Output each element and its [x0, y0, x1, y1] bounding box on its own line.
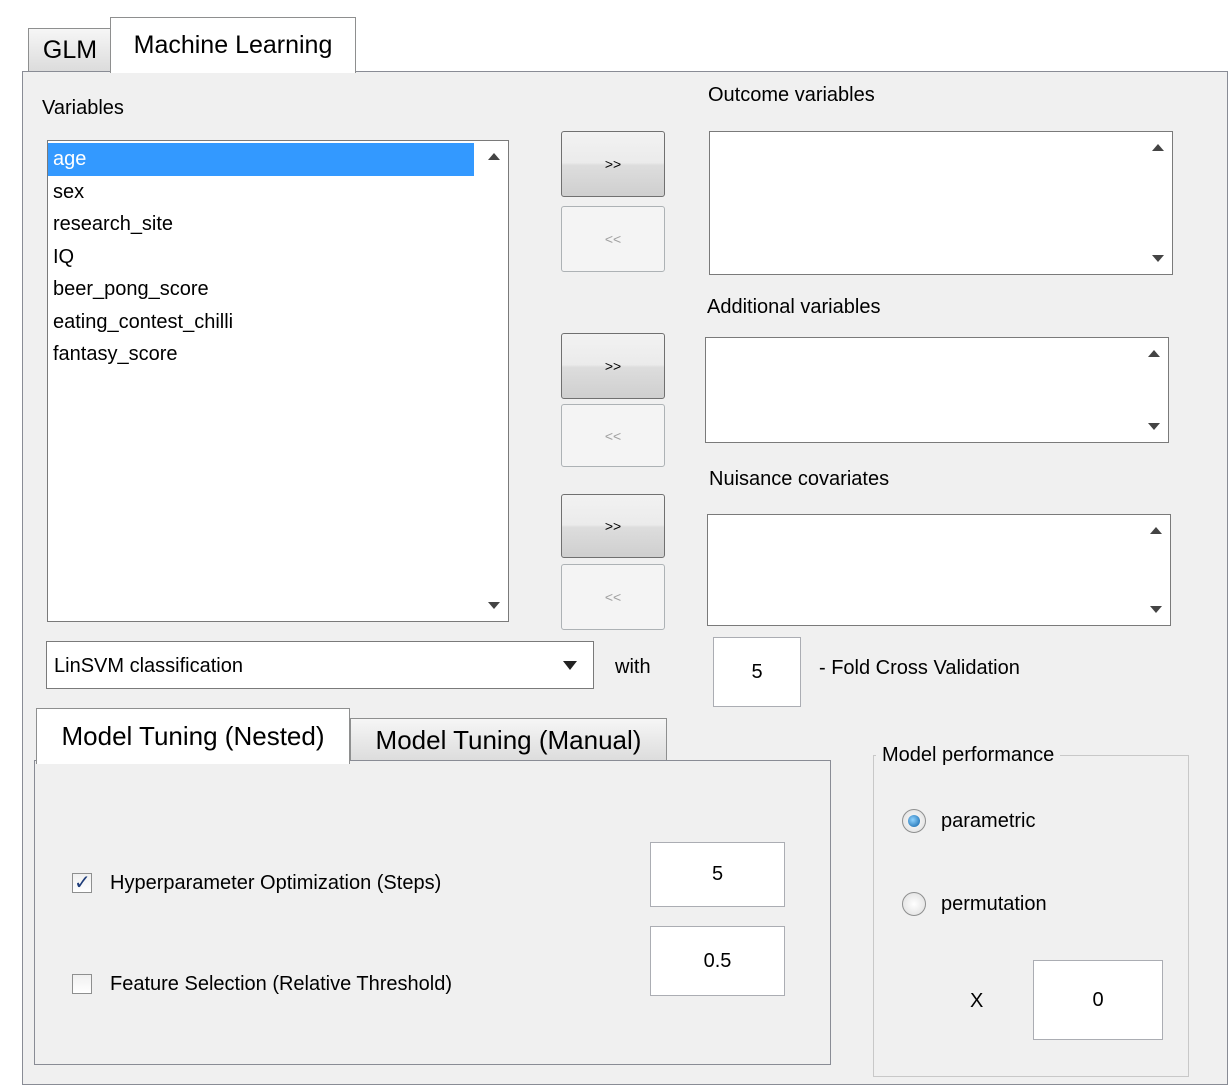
list-item[interactable]: research_site: [48, 208, 474, 241]
tab-glm[interactable]: GLM: [28, 28, 112, 72]
scroll-down-arrow-icon[interactable]: [488, 602, 500, 609]
list-item[interactable]: fantasy_score: [48, 338, 474, 371]
feature-selection-checkbox[interactable]: [72, 974, 92, 994]
variables-scrollbar[interactable]: [482, 141, 508, 621]
feature-selection-label: Feature Selection (Relative Threshold): [110, 973, 453, 995]
hyperparameter-steps-input[interactable]: 5: [650, 842, 785, 907]
list-item[interactable]: beer_pong_score: [48, 273, 474, 306]
add-additional-button[interactable]: >>: [561, 333, 665, 399]
scroll-down-arrow-icon[interactable]: [1150, 606, 1162, 613]
model-performance-title: Model performance: [876, 744, 1061, 767]
dropdown-arrow-icon[interactable]: [563, 661, 577, 670]
tab-model-tuning-nested-label: Model Tuning (Nested): [61, 721, 325, 751]
tab-machine-learning[interactable]: Machine Learning: [110, 17, 356, 73]
fold-cross-validation-label: - Fold Cross Validation: [819, 657, 1020, 679]
tab-machine-learning-label: Machine Learning: [133, 31, 333, 59]
nuisance-covariates-label: Nuisance covariates: [709, 468, 890, 490]
feature-threshold-input[interactable]: 0.5: [650, 926, 785, 996]
outcome-variables-label: Outcome variables: [708, 84, 875, 106]
hyperparameter-label: Hyperparameter Optimization (Steps): [110, 872, 442, 894]
permutation-label: permutation: [941, 893, 1047, 915]
additional-scrollbar[interactable]: [1142, 338, 1168, 442]
scroll-down-arrow-icon[interactable]: [1148, 423, 1160, 430]
scroll-down-arrow-icon[interactable]: [1152, 255, 1164, 262]
additional-variables-label: Additional variables: [707, 296, 881, 318]
list-item[interactable]: eating_contest_chilli: [48, 306, 474, 339]
checkmark-icon: ✓: [74, 872, 91, 894]
permutation-count-input[interactable]: 0: [1033, 960, 1163, 1040]
nuisance-scrollbar[interactable]: [1144, 515, 1170, 625]
add-nuisance-button[interactable]: >>: [561, 494, 665, 558]
scroll-up-arrow-icon[interactable]: [1152, 144, 1164, 151]
remove-nuisance-button[interactable]: <<: [561, 564, 665, 630]
outcome-scrollbar[interactable]: [1146, 132, 1172, 274]
tab-model-tuning-nested[interactable]: Model Tuning (Nested): [36, 708, 350, 764]
method-dropdown[interactable]: LinSVM classification: [46, 641, 594, 689]
parametric-label: parametric: [941, 810, 1036, 832]
model-tuning-panel: [34, 760, 831, 1065]
add-outcome-button[interactable]: >>: [561, 131, 665, 197]
variables-label: Variables: [42, 97, 124, 119]
method-dropdown-value: LinSVM classification: [54, 655, 243, 677]
variables-items: age sex research_site IQ beer_pong_score eati…: [48, 141, 508, 371]
x-label: X: [970, 990, 984, 1012]
permutation-radio[interactable]: [902, 892, 926, 916]
hyperparameter-checkbox[interactable]: ✓: [72, 872, 92, 894]
tab-glm-label: GLM: [42, 35, 98, 64]
tab-model-tuning-manual-label: Model Tuning (Manual): [375, 724, 642, 755]
list-item[interactable]: IQ: [48, 241, 474, 274]
radio-selected-dot-icon: [908, 815, 920, 827]
outcome-variables-list[interactable]: [709, 131, 1173, 275]
scroll-up-arrow-icon[interactable]: [1148, 350, 1160, 357]
remove-additional-button[interactable]: <<: [561, 404, 665, 467]
folds-input[interactable]: 5: [713, 637, 801, 707]
additional-variables-list[interactable]: [705, 337, 1169, 443]
list-item[interactable]: age: [48, 143, 474, 176]
parametric-radio[interactable]: [902, 809, 926, 833]
remove-outcome-button[interactable]: <<: [561, 206, 665, 272]
scroll-up-arrow-icon[interactable]: [1150, 527, 1162, 534]
list-item[interactable]: sex: [48, 176, 474, 209]
with-label: with: [615, 656, 651, 678]
nuisance-covariates-list[interactable]: [707, 514, 1171, 626]
scroll-up-arrow-icon[interactable]: [488, 153, 500, 160]
variables-list[interactable]: age sex research_site IQ beer_pong_score eati…: [47, 140, 509, 622]
tab-model-tuning-manual[interactable]: Model Tuning (Manual): [350, 718, 667, 762]
